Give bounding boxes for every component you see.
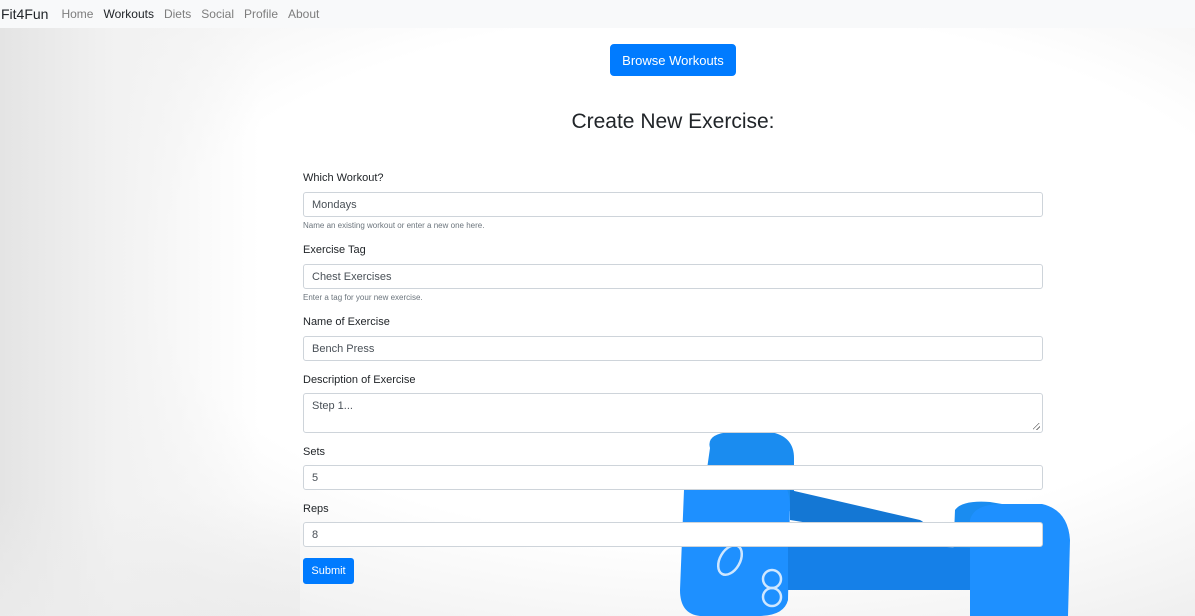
workout-input[interactable]: Mondays [303, 192, 1043, 217]
workout-label: Which Workout? [303, 172, 384, 184]
resize-handle-icon[interactable] [1033, 423, 1040, 430]
nav-diets[interactable]: Diets [164, 4, 191, 24]
top-navbar: Fit4Fun Home Workouts Diets Social Profi… [0, 0, 1195, 28]
sets-placeholder: 5 [312, 471, 319, 484]
exercise-tag-label: Exercise Tag [303, 244, 366, 256]
exercise-name-placeholder: Bench Press [312, 342, 375, 355]
exercise-tag-placeholder: Chest Exercises [312, 270, 392, 283]
exercise-tag-help-text: Enter a tag for your new exercise. [303, 293, 423, 302]
reps-placeholder: 8 [312, 528, 319, 541]
nav-about[interactable]: About [288, 4, 319, 24]
sets-input[interactable]: 5 [303, 465, 1043, 490]
reps-input[interactable]: 8 [303, 522, 1043, 547]
description-label: Description of Exercise [303, 374, 416, 386]
nav-home[interactable]: Home [61, 4, 93, 24]
description-textarea[interactable]: Step 1... [303, 393, 1043, 433]
exercise-name-input[interactable]: Bench Press [303, 336, 1043, 361]
nav-profile[interactable]: Profile [244, 4, 278, 24]
reps-label: Reps [303, 503, 329, 515]
exercise-tag-input[interactable]: Chest Exercises [303, 264, 1043, 289]
page-title: Create New Exercise: [571, 110, 775, 133]
background-shade-bottom [0, 500, 300, 616]
dumbbell-front-head-right [970, 504, 1070, 616]
nav-social[interactable]: Social [201, 4, 234, 24]
brand-logo[interactable]: Fit4Fun [1, 4, 48, 24]
sets-label: Sets [303, 446, 326, 458]
dumbbell-front-handle [788, 540, 970, 590]
nav-workouts[interactable]: Workouts [103, 4, 153, 24]
submit-button[interactable]: Submit [303, 558, 354, 584]
description-placeholder: Step 1... [312, 400, 353, 412]
workout-input-placeholder: Mondays [312, 198, 357, 211]
workout-help-text: Name an existing workout or enter a new … [303, 221, 485, 230]
browse-workouts-button[interactable]: Browse Workouts [610, 44, 736, 76]
exercise-name-label: Name of Exercise [303, 316, 390, 328]
